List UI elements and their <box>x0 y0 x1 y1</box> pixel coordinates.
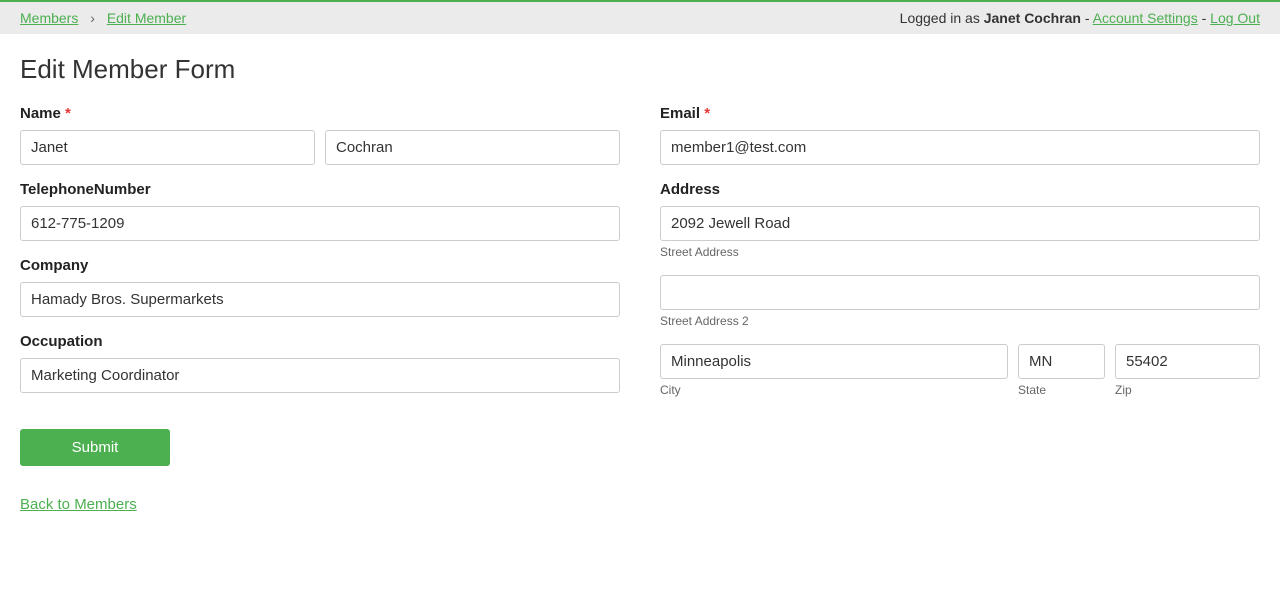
main-container: Edit Member Form Name * TelephoneNumber … <box>0 34 1280 533</box>
occupation-field[interactable] <box>20 358 620 393</box>
street-address-2-sublabel: Street Address 2 <box>660 314 1260 328</box>
address2-group: Street Address 2 <box>660 275 1260 328</box>
name-input-row <box>20 130 620 165</box>
telephone-group: TelephoneNumber <box>20 181 620 241</box>
zip-field[interactable] <box>1115 344 1260 379</box>
state-field[interactable] <box>1018 344 1105 379</box>
page-title: Edit Member Form <box>20 54 1260 85</box>
form-grid: Name * TelephoneNumber Company Occupatio… <box>20 105 1260 513</box>
account-settings-link[interactable]: Account Settings <box>1093 10 1198 26</box>
last-name-field[interactable] <box>325 130 620 165</box>
city-field[interactable] <box>660 344 1008 379</box>
telephone-label: TelephoneNumber <box>20 181 620 198</box>
chevron-right-icon: › <box>90 10 95 26</box>
first-name-field[interactable] <box>20 130 315 165</box>
state-sublabel: State <box>1018 383 1105 397</box>
city-state-zip-group: City State Zip <box>660 344 1260 397</box>
email-group: Email * <box>660 105 1260 165</box>
breadcrumb-edit-member-link[interactable]: Edit Member <box>107 10 186 26</box>
name-label-text: Name <box>20 105 61 122</box>
separator: - <box>1202 10 1211 26</box>
street-address-sublabel: Street Address <box>660 245 1260 259</box>
occupation-group: Occupation <box>20 333 620 393</box>
email-field[interactable] <box>660 130 1260 165</box>
log-out-link[interactable]: Log Out <box>1210 10 1260 26</box>
street-address-field[interactable] <box>660 206 1260 241</box>
name-group: Name * <box>20 105 620 165</box>
address-label: Address <box>660 181 1260 198</box>
right-column: Email * Address Street Address Street Ad… <box>660 105 1260 513</box>
logged-in-user-name: Janet Cochran <box>984 10 1081 26</box>
user-info: Logged in as Janet Cochran - Account Set… <box>900 10 1260 26</box>
email-label: Email * <box>660 105 1260 122</box>
breadcrumb: Members › Edit Member <box>20 10 186 26</box>
name-label: Name * <box>20 105 620 122</box>
back-to-members-link[interactable]: Back to Members <box>20 496 620 513</box>
separator: - <box>1085 10 1093 26</box>
city-state-zip-row: City State Zip <box>660 344 1260 397</box>
submit-button[interactable]: Submit <box>20 429 170 466</box>
email-label-text: Email <box>660 105 700 122</box>
zip-sublabel: Zip <box>1115 383 1260 397</box>
company-field[interactable] <box>20 282 620 317</box>
top-bar: Members › Edit Member Logged in as Janet… <box>0 2 1280 34</box>
occupation-label: Occupation <box>20 333 620 350</box>
company-label: Company <box>20 257 620 274</box>
company-group: Company <box>20 257 620 317</box>
city-sublabel: City <box>660 383 1008 397</box>
street-address-2-field[interactable] <box>660 275 1260 310</box>
logged-in-as-label: Logged in as <box>900 10 984 26</box>
breadcrumb-members-link[interactable]: Members <box>20 10 78 26</box>
required-mark: * <box>704 105 710 122</box>
telephone-field[interactable] <box>20 206 620 241</box>
address-group: Address Street Address <box>660 181 1260 259</box>
required-mark: * <box>65 105 71 122</box>
left-column: Name * TelephoneNumber Company Occupatio… <box>20 105 620 513</box>
